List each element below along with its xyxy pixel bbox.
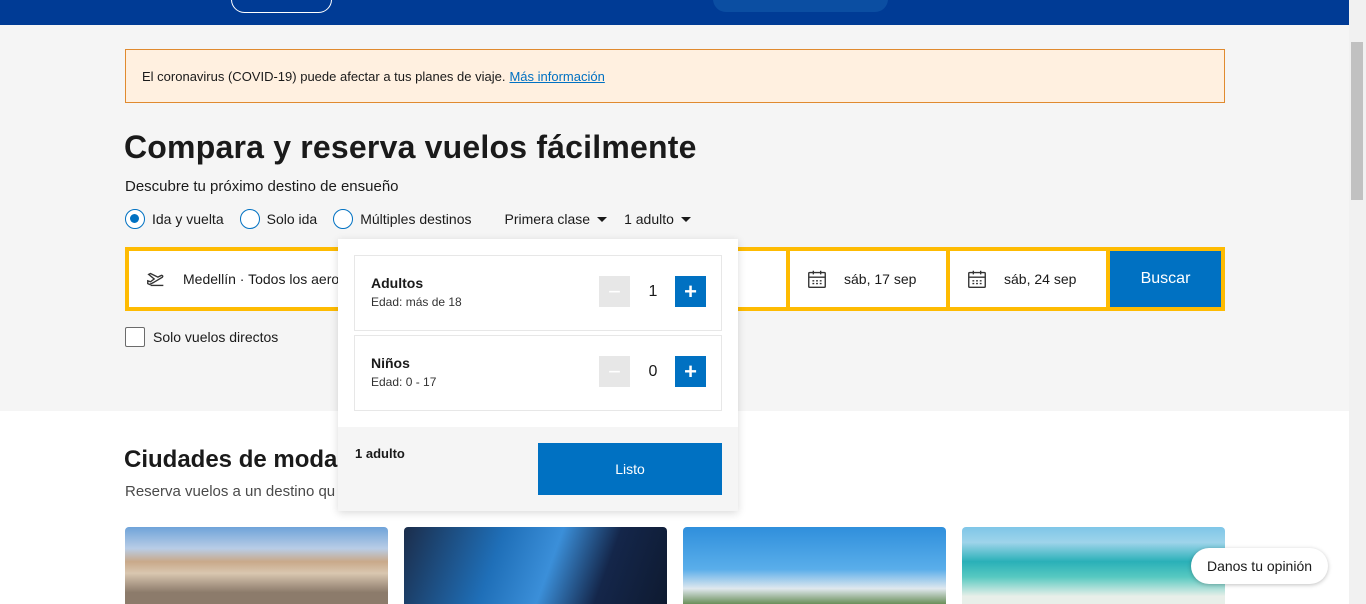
alert-text: El coronavirus (COVID-19) puede afectar …: [142, 68, 506, 84]
adults-increment-button[interactable]: +: [675, 276, 706, 307]
children-label: Niños: [371, 355, 410, 371]
radio-one-way[interactable]: Solo ida: [239, 209, 318, 229]
destination-card-image[interactable]: [125, 527, 388, 604]
caret-down-icon: [680, 216, 691, 222]
departure-date-field[interactable]: sáb, 17 sep: [790, 251, 946, 307]
trending-subtitle: Reserva vuelos a un destino qu: [125, 483, 336, 500]
radio-multi-city[interactable]: Múltiples destinos: [333, 209, 471, 229]
done-button[interactable]: Listo: [538, 443, 722, 495]
direct-flights-checkbox[interactable]: Solo vuelos directos: [125, 327, 278, 347]
travelers-dropdown[interactable]: 1 adulto: [624, 211, 691, 227]
search-button[interactable]: Buscar: [1110, 251, 1221, 307]
direct-flights-label: Solo vuelos directos: [153, 329, 279, 345]
radio-round-trip[interactable]: Ida y vuelta: [125, 209, 224, 229]
radio-round-trip-label: Ida y vuelta: [152, 211, 224, 227]
page-subtitle: Descubre tu próximo destino de ensueño: [125, 178, 399, 195]
destination-card-image[interactable]: [962, 527, 1225, 604]
departure-date-value: sáb, 17 sep: [844, 271, 917, 287]
adults-row: Adultos Edad: más de 18 − 1 +: [354, 255, 722, 331]
radio-selected-icon: [125, 209, 145, 229]
page-scrollbar[interactable]: [1349, 0, 1366, 604]
top-navigation-bar: [0, 0, 1349, 25]
travelers-value: 1 adulto: [624, 211, 674, 227]
adults-label: Adultos: [371, 275, 424, 291]
nav-pill-button[interactable]: [231, 0, 332, 13]
radio-multi-city-label: Múltiples destinos: [360, 211, 472, 227]
scrollbar-thumb[interactable]: [1351, 42, 1363, 200]
travelers-summary: 1 adulto: [355, 446, 405, 461]
children-increment-button[interactable]: +: [675, 356, 706, 387]
radio-one-way-label: Solo ida: [266, 211, 318, 227]
children-decrement-button[interactable]: −: [599, 356, 630, 387]
checkbox-unchecked-icon: [125, 327, 145, 347]
destination-card-image[interactable]: [683, 527, 946, 604]
trip-options-row: Ida y vuelta Solo ida Múltiples destinos…: [125, 208, 691, 230]
more-info-link[interactable]: Más información: [509, 69, 604, 84]
airplane-icon: [145, 268, 167, 290]
children-age-note: Edad: 0 - 17: [371, 375, 437, 389]
return-date-field[interactable]: sáb, 24 sep: [950, 251, 1106, 307]
radio-unselected-icon: [239, 209, 260, 229]
cabin-class-value: Primera clase: [504, 211, 591, 227]
destination-card-image[interactable]: [404, 527, 667, 604]
trending-title: Ciudades de moda: [124, 446, 338, 473]
covid-alert: El coronavirus (COVID-19) puede afectar …: [125, 49, 1225, 103]
popup-footer: 1 adulto Listo: [338, 427, 738, 511]
adults-age-note: Edad: más de 18: [371, 295, 462, 309]
origin-value: Medellín · Todos los aerop: [183, 271, 347, 287]
feedback-button[interactable]: Danos tu opinión: [1191, 548, 1328, 584]
nav-active-tab[interactable]: [713, 0, 888, 12]
caret-down-icon: [597, 216, 608, 222]
return-date-value: sáb, 24 sep: [1004, 271, 1077, 287]
adults-decrement-button[interactable]: −: [599, 276, 630, 307]
radio-unselected-icon: [333, 209, 354, 229]
children-count: 0: [648, 362, 658, 380]
cabin-class-dropdown[interactable]: Primera clase: [504, 211, 608, 227]
adults-count: 1: [648, 282, 658, 300]
children-row: Niños Edad: 0 - 17 − 0 +: [354, 335, 722, 411]
page-title: Compara y reserva vuelos fácilmente: [124, 129, 697, 165]
travelers-popup: Adultos Edad: más de 18 − 1 + Niños Edad…: [338, 239, 738, 511]
calendar-icon: [806, 268, 828, 290]
calendar-icon: [966, 268, 988, 290]
